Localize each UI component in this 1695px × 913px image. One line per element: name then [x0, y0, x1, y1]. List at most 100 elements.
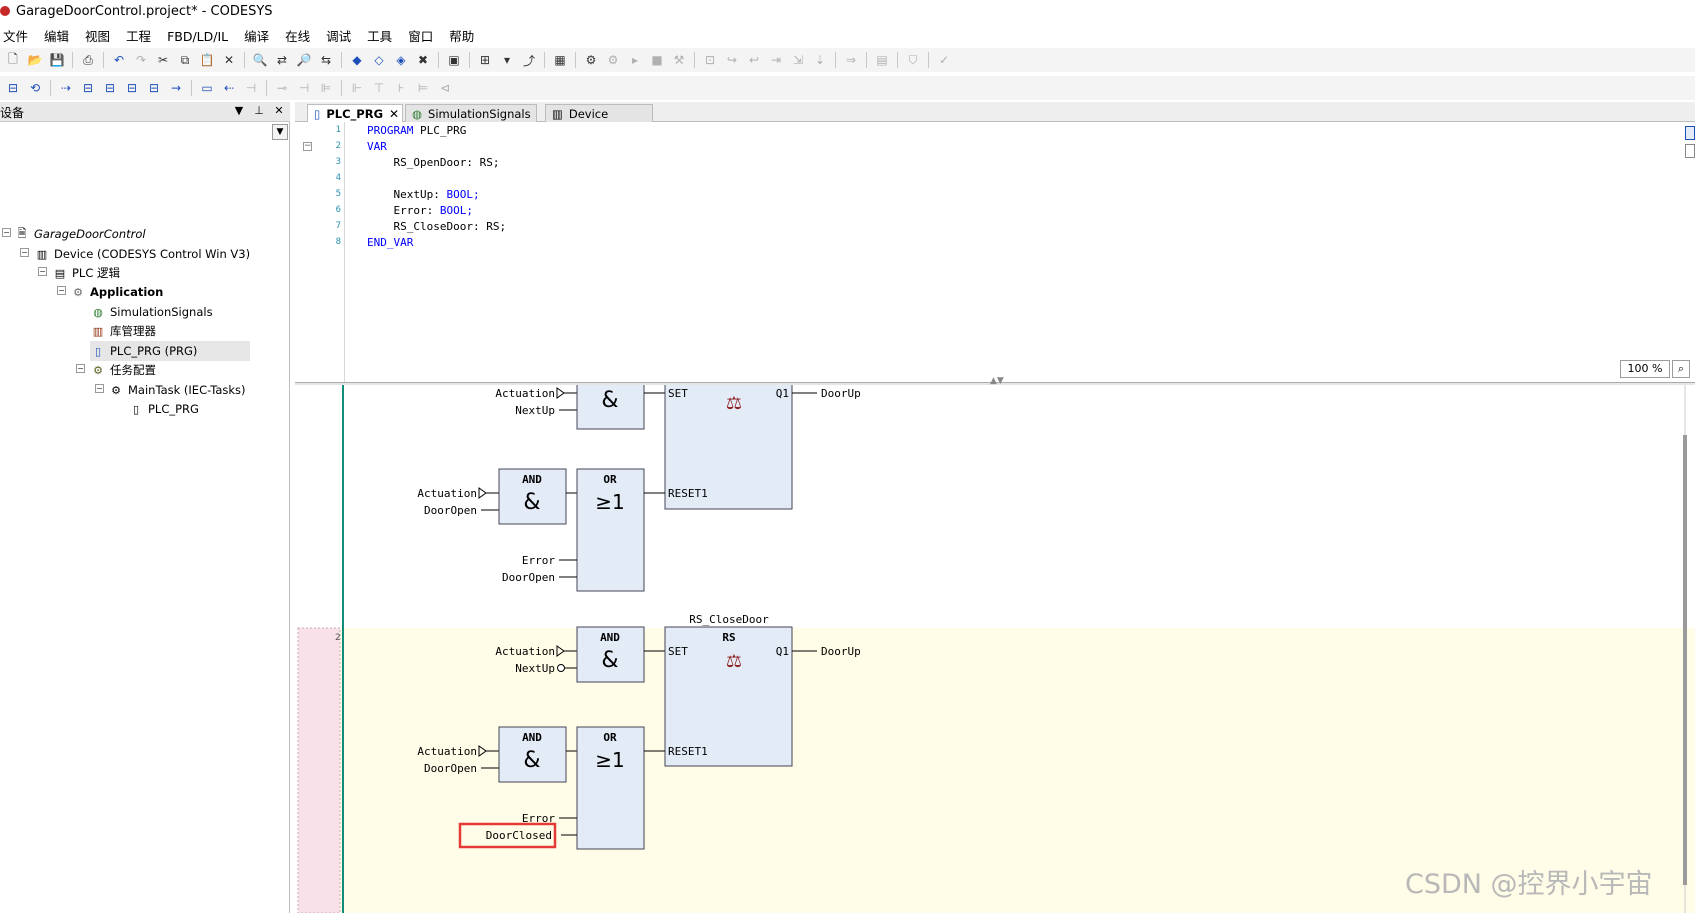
menu-build[interactable]: 编译: [236, 26, 277, 48]
tree-item-plc-logic[interactable]: ▤ PLC 逻辑: [52, 263, 120, 283]
declaration-view-toggle[interactable]: [1685, 126, 1695, 166]
tree-item-simulation-signals[interactable]: ◍ SimulationSignals: [90, 302, 212, 322]
insert-assignment-icon[interactable]: ⊟: [123, 80, 141, 96]
menu-file[interactable]: 文件: [0, 26, 36, 48]
set-branch-start-icon[interactable]: ⊨: [414, 80, 432, 96]
insert-branch-above-icon[interactable]: ⊤: [370, 80, 388, 96]
insert-jump-icon[interactable]: ⊟: [145, 80, 163, 96]
network-icon[interactable]: ⊟: [4, 80, 22, 96]
input-label[interactable]: Actuation: [495, 387, 555, 400]
fold-icon[interactable]: −: [303, 142, 312, 151]
delete-icon[interactable]: ✕: [220, 52, 238, 68]
insert-set-icon[interactable]: ⇠: [220, 80, 238, 96]
insert-branch-below-icon[interactable]: ⊦: [392, 80, 410, 96]
export-icon[interactable]: ⤴: [520, 52, 538, 68]
new-project-icon[interactable]: 🗋: [4, 52, 22, 68]
zoom-icon[interactable]: ⌕: [1672, 360, 1690, 378]
insert-coil-icon[interactable]: ⊣: [242, 80, 260, 96]
tab-simulation-signals[interactable]: ◍ SimulationSignals: [405, 104, 537, 122]
or-block[interactable]: [576, 468, 645, 592]
close-panel-icon[interactable]: ✕: [272, 104, 286, 118]
tree-item-device[interactable]: ▥ Device (CODESYS Control Win V3): [34, 244, 250, 264]
project-combo-dropdown[interactable]: ▼: [272, 124, 288, 140]
redo-icon[interactable]: ↷: [132, 52, 150, 68]
dropdown-arrow-icon[interactable]: ▾: [498, 52, 516, 68]
add-object-icon[interactable]: ⊞: [476, 52, 494, 68]
unforce-icon[interactable]: ✓: [935, 52, 953, 68]
login-icon[interactable]: ⚙: [582, 52, 600, 68]
tree-collapse-icon[interactable]: −: [57, 286, 66, 295]
show-current-statement-icon[interactable]: ⇒: [842, 52, 860, 68]
prev-bookmark-icon[interactable]: ◈: [392, 52, 410, 68]
tree-item-library-manager[interactable]: ▥ 库管理器: [90, 321, 156, 341]
input-label[interactable]: Actuation: [495, 645, 555, 658]
find-replace-icon[interactable]: ⇆: [317, 52, 335, 68]
tree-item-task-config[interactable]: ⚙ 任务配置: [90, 360, 156, 380]
rs-instance-name[interactable]: RS_CloseDoor: [689, 613, 769, 626]
breakpoint-icon[interactable]: ⊡: [701, 52, 719, 68]
insert-contact-icon[interactable]: ⊸: [273, 80, 291, 96]
run-to-cursor-icon[interactable]: ⇲: [789, 52, 807, 68]
output-label[interactable]: DoorUp: [821, 387, 861, 400]
insert-box-icon[interactable]: ⊟: [79, 80, 97, 96]
save-icon[interactable]: 💾: [48, 52, 66, 68]
reset-icon[interactable]: ⚒: [670, 52, 688, 68]
tree-item-plc-prg[interactable]: ▯ PLC_PRG (PRG): [90, 341, 250, 361]
tab-plc-prg[interactable]: ▯ PLC_PRG ✕: [307, 104, 403, 122]
bookmark-icon[interactable]: ◆: [348, 52, 366, 68]
pin-icon[interactable]: ⊥: [252, 104, 266, 118]
close-tab-icon[interactable]: ✕: [389, 107, 399, 121]
logout-icon[interactable]: ⚙: [604, 52, 622, 68]
menu-tools[interactable]: 工具: [359, 26, 400, 48]
input-label[interactable]: DoorOpen: [424, 762, 477, 775]
cut-icon[interactable]: ✂: [154, 52, 172, 68]
textual-view-icon[interactable]: [1685, 126, 1695, 140]
force-values-icon[interactable]: ⛉: [904, 52, 922, 68]
insert-return-icon[interactable]: →: [167, 80, 185, 96]
menu-project[interactable]: 工程: [118, 26, 159, 48]
tree-collapse-icon[interactable]: −: [38, 267, 47, 276]
tree-collapse-icon[interactable]: −: [20, 248, 29, 257]
menu-view[interactable]: 视图: [77, 26, 118, 48]
output-label[interactable]: DoorUp: [821, 645, 861, 658]
next-bookmark-icon[interactable]: ◇: [370, 52, 388, 68]
set-next-statement-icon[interactable]: ⇣: [811, 52, 829, 68]
step-over-icon[interactable]: ↪: [723, 52, 741, 68]
input-label[interactable]: DoorOpen: [502, 571, 555, 584]
menu-help[interactable]: 帮助: [441, 26, 482, 48]
undo-icon[interactable]: ↶: [110, 52, 128, 68]
menu-online[interactable]: 在线: [277, 26, 318, 48]
input-label-door-closed[interactable]: DoorClosed: [486, 829, 552, 842]
menu-window[interactable]: 窗口: [400, 26, 441, 48]
input-label[interactable]: Actuation: [417, 487, 477, 500]
step-into-icon[interactable]: ↩: [745, 52, 763, 68]
menu-fbd-ld-il[interactable]: FBD/LD/IL: [159, 26, 236, 48]
input-label[interactable]: Actuation: [417, 745, 477, 758]
clear-bookmarks-icon[interactable]: ✖: [414, 52, 432, 68]
tree-collapse-icon[interactable]: −: [76, 364, 85, 373]
fbd-editor[interactable]: 2 Actuation NextUp & SET Q1 RESET1 ⚖ Doo…: [295, 385, 1695, 913]
insert-parallel-contact-icon[interactable]: ⊫: [317, 80, 335, 96]
tree-collapse-icon[interactable]: −: [95, 384, 104, 393]
insert-input-icon[interactable]: ▭: [198, 80, 216, 96]
tree-item-plc-prg-call[interactable]: ▯ PLC_PRG: [128, 399, 199, 419]
panel-dropdown-icon[interactable]: ▼: [232, 104, 246, 118]
declaration-editor[interactable]: − 1 2 3 4 5 6 7 8 PROGRAM PLC_PRG VAR RS…: [295, 122, 1695, 382]
step-out-icon[interactable]: ⇥: [767, 52, 785, 68]
menu-debug[interactable]: 调试: [318, 26, 359, 48]
input-label[interactable]: DoorOpen: [424, 504, 477, 517]
write-values-icon[interactable]: ▤: [873, 52, 891, 68]
insert-branch-icon[interactable]: ⊩: [348, 80, 366, 96]
replace-icon[interactable]: ⇄: [273, 52, 291, 68]
tree-item-project[interactable]: 🗎 GarageDoorControl: [14, 224, 146, 244]
print-icon[interactable]: ⎙: [79, 52, 97, 68]
build-icon[interactable]: ▦: [551, 52, 569, 68]
input-label[interactable]: Error: [522, 554, 555, 567]
zoom-level[interactable]: 100 %: [1620, 360, 1670, 378]
insert-box-empty-icon[interactable]: ⊟: [101, 80, 119, 96]
find-icon[interactable]: 🔍: [251, 52, 269, 68]
menu-edit[interactable]: 编辑: [36, 26, 77, 48]
insert-var-icon[interactable]: ⇢: [57, 80, 75, 96]
input-label[interactable]: NextUp: [515, 662, 555, 675]
start-icon[interactable]: ▸: [626, 52, 644, 68]
